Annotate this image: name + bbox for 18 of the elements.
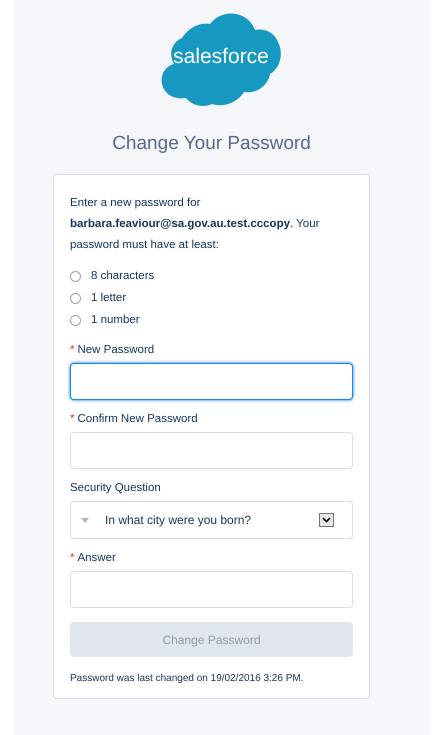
requirement-label: 8 characters (91, 270, 154, 282)
requirement-label: 1 number (91, 314, 140, 326)
logo-text: salesforce (172, 45, 270, 69)
page-title: Change Your Password (111, 133, 312, 155)
field-label: New Password (77, 344, 154, 356)
required-asterisk: * (70, 552, 74, 564)
required-asterisk: * (70, 413, 74, 425)
cloud-logo-icon (160, 12, 282, 108)
security-question-dropdown[interactable]: In what city were you born? (70, 501, 353, 539)
input-field[interactable] (70, 363, 353, 400)
last-changed-text: Password was last changed on 19/02/2016 3:26 PM. (70, 673, 304, 684)
requirement-label: 1 letter (91, 292, 126, 304)
instructions-text: Enter a new password for barbara.feaviour@sa.gov.au.test.cccopy. Your password must have at least: (70, 196, 320, 253)
required-asterisk: * (70, 344, 74, 356)
caret-icon (81, 518, 89, 522)
field-label: Answer (77, 552, 116, 564)
field-label: Confirm New Password (77, 413, 198, 425)
field-label: Security Question (70, 482, 161, 494)
